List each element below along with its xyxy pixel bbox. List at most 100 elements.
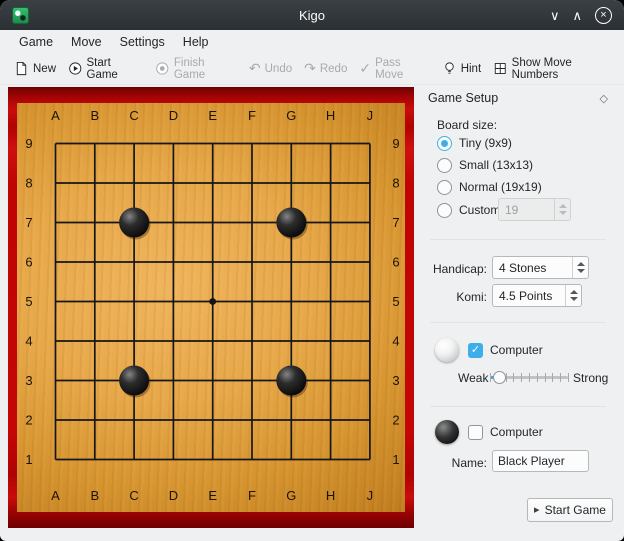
new-button[interactable]: New [8, 57, 62, 80]
white-computer-checkbox[interactable]: Computer [468, 342, 543, 358]
play-arrow-icon: ▸ [534, 505, 540, 516]
svg-text:3: 3 [392, 373, 399, 388]
spin-down-icon [559, 211, 567, 215]
minimize-button[interactable]: ∨ [550, 9, 560, 22]
spin-up-icon [577, 262, 585, 266]
separator [430, 239, 606, 240]
radio-indicator [437, 203, 452, 218]
custom-size-spinbox[interactable]: 19 [498, 198, 571, 221]
svg-text:F: F [248, 488, 256, 503]
go-board[interactable]: AABBCCDDEEFFGGHHJJ998877665544332211 [17, 103, 405, 512]
svg-text:2: 2 [392, 413, 399, 428]
svg-text:C: C [129, 488, 138, 503]
main-content: AABBCCDDEEFFGGHHJJ998877665544332211 Gam… [0, 86, 624, 541]
spin-arrows[interactable] [572, 257, 588, 278]
undo-button: ↶ Undo [243, 58, 298, 80]
black-player-name-input[interactable] [492, 450, 589, 472]
undo-icon: ↶ [249, 62, 261, 76]
new-document-icon [14, 61, 29, 76]
svg-text:7: 7 [392, 215, 399, 230]
spin-up-icon [559, 204, 567, 208]
start-game-button[interactable]: ▸ Start Game [527, 498, 613, 522]
svg-text:9: 9 [392, 136, 399, 151]
kigo-window: Kigo ∨ ∧ × Game Move Settings Help New S… [0, 0, 624, 541]
handicap-label: Handicap: [420, 262, 487, 276]
svg-text:1: 1 [25, 452, 32, 467]
game-setup-panel: Game Setup ◇ Board size: Tiny (9x9) Smal… [420, 86, 618, 541]
close-button[interactable]: × [595, 7, 612, 24]
svg-text:6: 6 [25, 255, 32, 270]
svg-text:G: G [286, 108, 296, 123]
slider-handle[interactable] [493, 371, 506, 384]
checkbox-indicator [468, 425, 483, 440]
pass-move-icon: ✓ [359, 62, 371, 76]
checkbox-indicator [468, 343, 483, 358]
svg-text:2: 2 [25, 413, 32, 428]
start-game-toolbar-button[interactable]: Start Game [62, 53, 149, 85]
dock-header: Game Setup ◇ [428, 91, 608, 105]
svg-text:J: J [367, 488, 374, 503]
menu-game[interactable]: Game [10, 33, 62, 51]
svg-text:D: D [169, 488, 178, 503]
radio-normal[interactable]: Normal (19x19) [437, 179, 542, 195]
radio-tiny[interactable]: Tiny (9x9) [437, 135, 512, 151]
spin-arrows[interactable] [565, 285, 581, 306]
svg-text:8: 8 [392, 176, 399, 191]
komi-spinbox[interactable]: 4.5 Points [492, 284, 582, 307]
radio-indicator [437, 158, 452, 173]
spin-arrows[interactable] [554, 199, 570, 220]
spin-down-icon [577, 269, 585, 273]
svg-text:3: 3 [25, 373, 32, 388]
svg-text:7: 7 [25, 215, 32, 230]
svg-text:E: E [208, 488, 217, 503]
start-game-icon [68, 61, 83, 76]
radio-small[interactable]: Small (13x13) [437, 157, 533, 173]
komi-label: Komi: [420, 290, 487, 304]
svg-text:5: 5 [25, 294, 32, 309]
svg-text:G: G [286, 488, 296, 503]
separator [430, 406, 606, 407]
svg-text:C: C [129, 108, 138, 123]
svg-text:6: 6 [392, 255, 399, 270]
radio-indicator [437, 180, 452, 195]
svg-text:H: H [326, 108, 335, 123]
dock-float-icon[interactable]: ◇ [600, 92, 608, 105]
menu-settings[interactable]: Settings [111, 33, 174, 51]
toolbar: New Start Game Finish Game ↶ Undo ↷ Redo… [0, 53, 624, 85]
svg-text:A: A [51, 108, 60, 123]
white-stone-icon [435, 338, 459, 362]
finish-game-button: Finish Game [149, 53, 243, 85]
separator [430, 322, 606, 323]
svg-text:5: 5 [392, 294, 399, 309]
svg-text:J: J [367, 108, 374, 123]
redo-icon: ↷ [304, 62, 316, 76]
handicap-spinbox[interactable]: 4 Stones [492, 256, 589, 279]
board-size-label: Board size: [437, 118, 497, 132]
maximize-button[interactable]: ∧ [572, 9, 582, 22]
svg-text:D: D [169, 108, 178, 123]
menu-move[interactable]: Move [62, 33, 111, 51]
menu-help[interactable]: Help [174, 33, 218, 51]
hint-bulb-icon [442, 61, 457, 76]
finish-game-icon [155, 61, 170, 76]
radio-custom[interactable]: Custom: [437, 202, 504, 218]
svg-text:B: B [90, 108, 99, 123]
weak-label: Weak [458, 371, 488, 385]
black-stone-icon [435, 420, 459, 444]
svg-text:E: E [208, 108, 217, 123]
move-numbers-icon [493, 61, 508, 76]
svg-text:1: 1 [392, 452, 399, 467]
radio-indicator [437, 136, 452, 151]
board-frame: AABBCCDDEEFFGGHHJJ998877665544332211 [8, 87, 414, 528]
hint-button[interactable]: Hint [436, 57, 487, 80]
strength-slider[interactable] [490, 369, 568, 385]
show-move-numbers-button[interactable]: Show Move Numbers [487, 53, 624, 85]
black-computer-checkbox[interactable]: Computer [468, 424, 543, 440]
spin-down-icon [570, 297, 578, 301]
svg-text:9: 9 [25, 136, 32, 151]
svg-text:8: 8 [25, 176, 32, 191]
window-title: Kigo [0, 8, 624, 23]
board-grid: AABBCCDDEEFFGGHHJJ998877665544332211 [17, 103, 405, 512]
strong-label: Strong [573, 371, 608, 385]
svg-text:A: A [51, 488, 60, 503]
